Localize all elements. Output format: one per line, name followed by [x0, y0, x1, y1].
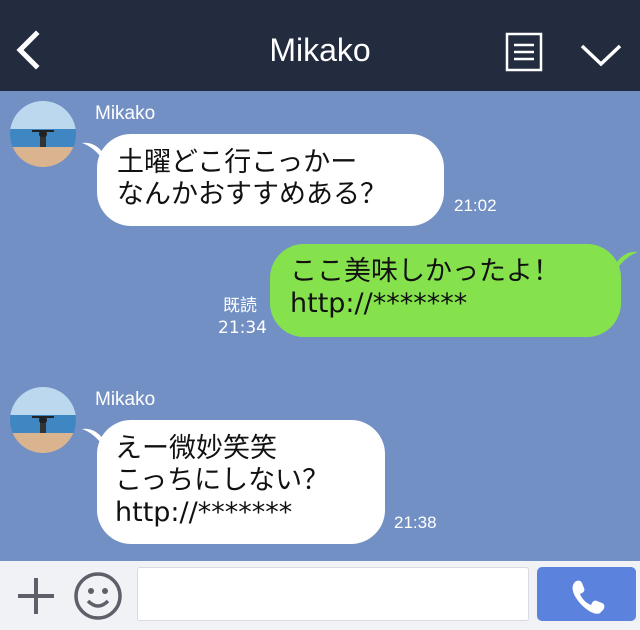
expand-menu-button[interactable] [578, 38, 624, 70]
notes-icon [505, 32, 543, 72]
message-time: 21:02 [454, 196, 497, 215]
emoji-button[interactable] [73, 571, 123, 621]
message-input[interactable] [137, 567, 529, 621]
add-attachment-button[interactable] [14, 574, 58, 618]
chat-header: Mikako [0, 0, 640, 91]
notes-button[interactable] [505, 32, 543, 72]
avatar[interactable] [10, 101, 76, 167]
bubble-tail [614, 251, 638, 270]
sender-name: Mikako [95, 103, 156, 124]
plus-icon [18, 578, 54, 614]
message-bubble[interactable]: えー微妙笑笑 こっちにしない？ http://******* [97, 420, 385, 544]
message-bubble[interactable]: 土曜どこ行こっかー なんかおすすめある？ [97, 134, 444, 226]
profile-photo-icon [10, 387, 76, 453]
message-time: 21:38 [394, 513, 437, 532]
message-time: 21:34 [218, 318, 267, 338]
chat-title: Mikako [269, 32, 371, 68]
profile-photo-icon [10, 101, 76, 167]
phone-icon [572, 580, 605, 614]
call-button[interactable] [537, 567, 636, 621]
read-label: 既読 [223, 296, 257, 316]
avatar[interactable] [10, 387, 76, 453]
smiley-icon [74, 572, 122, 620]
message-bubble[interactable]: ここ美味しかったよ！ http://******* [270, 244, 621, 337]
sender-name: Mikako [95, 389, 156, 410]
read-receipt: 既読 21:34 [218, 295, 267, 339]
message-composer [0, 561, 640, 630]
chevron-down-icon [580, 44, 622, 67]
chat-area[interactable]: Mikako 土曜どこ行こっかー なんかおすすめある？ 21:02 既読 21:… [0, 91, 640, 561]
